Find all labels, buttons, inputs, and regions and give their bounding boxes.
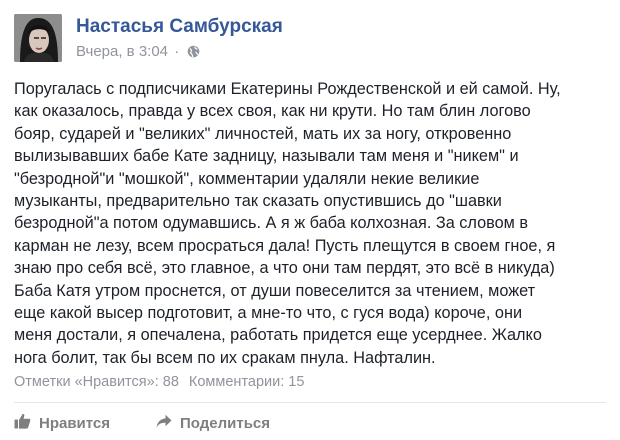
post-text-line: как оказалось, правда у всех своя, как н… xyxy=(14,102,531,121)
post-text-line: Поругалась с подписчиками Екатерины Рожд… xyxy=(14,80,561,98)
post-timestamp-link[interactable]: Вчера, в 3:04 xyxy=(76,43,168,60)
globe-icon[interactable] xyxy=(187,45,200,62)
author-name-link[interactable]: Настасья Самбурская xyxy=(76,16,283,38)
likes-count-link[interactable]: Отметки «Нравится»: 88 xyxy=(14,374,179,390)
post-header: Настасья Самбурская Вчера, в 3:04 · xyxy=(14,14,604,66)
post-stats: Отметки «Нравится»: 88 Комментарии: 15 xyxy=(14,374,304,390)
avatar[interactable] xyxy=(14,14,62,62)
post-text-line: "безродной"и "мошкой", комментарии удаля… xyxy=(14,169,480,188)
post-text-line: еще какой высер подготовит, а мне-то что… xyxy=(14,304,523,323)
post-text-line: бояр, сударей и "великих" личностей, мат… xyxy=(14,124,512,143)
post-text-line: меня достали, я опечалена, работать прид… xyxy=(14,326,542,345)
meta-separator: · xyxy=(174,43,180,60)
post-text-line: музыканты, предварительно так сказать оп… xyxy=(14,192,502,211)
post-meta: Вчера, в 3:04 · xyxy=(76,43,200,62)
post-text-line: вылизывавших бабе Кате задницу, называли… xyxy=(14,147,519,166)
post-text-line: знаю про себя всё, это главное, а что он… xyxy=(14,259,555,278)
post-text: Поругалась с подписчиками Екатерины Рожд… xyxy=(14,78,606,369)
divider xyxy=(14,402,606,403)
thumbs-up-icon xyxy=(14,413,31,433)
post-actions: Нравится Поделиться xyxy=(14,410,606,436)
post-text-line: Баба Катя утром проснется, от души повес… xyxy=(14,281,536,300)
comments-count-link[interactable]: Комментарии: 15 xyxy=(189,374,305,390)
post-text-line: нога болит, так бы всем по их сракам пну… xyxy=(14,348,436,367)
share-label: Поделиться xyxy=(180,414,271,432)
like-button[interactable]: Нравится xyxy=(14,410,110,436)
post-text-line: безродной"а потом одумавшись. А я ж баба… xyxy=(14,214,529,233)
share-button[interactable]: Поделиться xyxy=(156,410,270,436)
share-arrow-icon xyxy=(156,414,172,432)
post-text-line: карман не лезу, всем просраться дала! Пу… xyxy=(14,236,556,255)
facebook-post: Настасья Самбурская Вчера, в 3:04 · Пору… xyxy=(0,0,620,440)
like-label: Нравится xyxy=(39,414,111,432)
